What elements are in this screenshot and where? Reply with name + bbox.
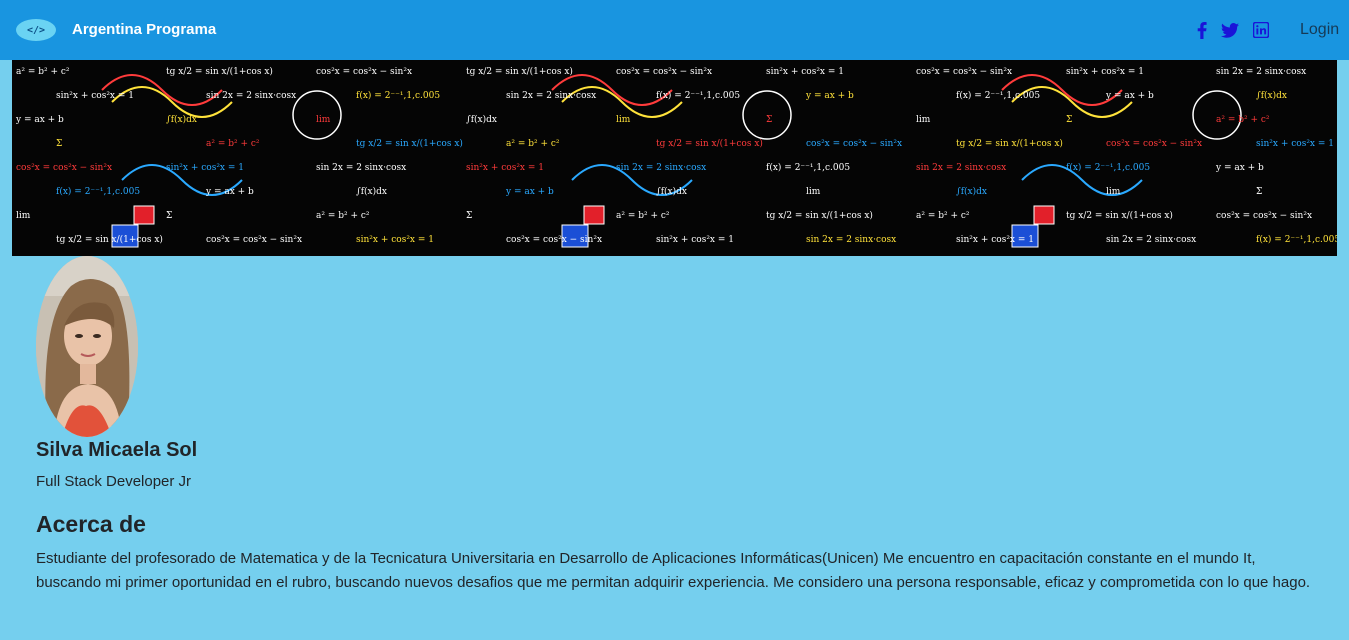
banner-formula-text: cos²x = cos²x − sin²x [506, 235, 602, 245]
banner-square [133, 205, 155, 225]
banner-formula-text: ∫f(x)dx [1256, 90, 1287, 101]
banner-formula-text: Σ [1256, 187, 1262, 197]
banner-formula-text: sin²x + cos²x = 1 [466, 163, 544, 173]
banner-formula-text: ∫f(x)dx [356, 186, 387, 197]
banner-formula-text: sin²x + cos²x = 1 [356, 235, 434, 245]
facebook-icon[interactable] [1193, 21, 1211, 39]
banner-formula-text: y = ax + b [15, 115, 64, 125]
about-heading: Acerca de [36, 511, 146, 537]
banner-formula-text: f(x) = 2⁻⁻¹,1,c.005 [56, 186, 140, 197]
banner-formula-text: tg x/2 = sin x/(1+cos x) [356, 138, 463, 149]
banner-formula-text: lim [806, 187, 821, 197]
banner-formula-text: y = ax + b [505, 187, 554, 197]
banner-formula-text: tg x/2 = sin x/(1+cos x) [466, 66, 573, 77]
banner-formula-text: f(x) = 2⁻⁻¹,1,c.005 [766, 162, 850, 173]
banner-formula-text: sin²x + cos²x = 1 [956, 235, 1034, 245]
banner-formula-text: cos²x = cos²x − sin²x [316, 67, 412, 77]
twitter-icon[interactable] [1221, 21, 1239, 39]
banner-formula-text: cos²x = cos²x − sin²x [916, 67, 1012, 77]
banner-formula-text: tg x/2 = sin x/(1+cos x) [1066, 210, 1173, 221]
banner-formula-text: sin 2x = 2 sinx·cosx [316, 163, 406, 173]
banner-formula-text: a² = b² + c² [616, 211, 670, 221]
banner-formula-text: a² = b² + c² [16, 67, 70, 77]
banner-formula-text: a² = b² + c² [916, 211, 970, 221]
banner-formula-text: ∫f(x)dx [656, 186, 687, 197]
brand-name[interactable]: Argentina Programa [72, 21, 216, 38]
banner-formula-text: sin²x + cos²x = 1 [166, 163, 244, 173]
banner-formula-text: ∫f(x)dx [956, 186, 987, 197]
math-formulas-banner: a² = b² + c² tg x/2 = sin x/(1+cos x) cos²… [12, 60, 1337, 256]
profile-role: Full Stack Developer Jr [36, 473, 192, 490]
banner-formula-text: Σ [166, 211, 172, 221]
banner-formula-text: y = ax + b [1105, 91, 1154, 101]
banner-formula-text: sin²x + cos²x = 1 [56, 91, 134, 101]
banner-formula-text: a² = b² + c² [506, 139, 560, 149]
banner-formula-text: sin 2x = 2 sinx·cosx [1106, 235, 1196, 245]
banner-formula-text: sin²x + cos²x = 1 [1256, 139, 1334, 149]
linkedin-icon[interactable] [1252, 21, 1270, 39]
top-navbar: </> Argentina Programa Login [0, 0, 1349, 60]
banner-formula-text: ∫f(x)dx [166, 114, 197, 125]
about-description: Estudiante del profesorado de Matematica… [36, 550, 1311, 591]
banner-formula-text: ∫f(x)dx [466, 114, 497, 125]
banner-formula-text: Σ [466, 211, 472, 221]
banner-formula-text: tg x/2 = sin x/(1+cos x) [956, 138, 1063, 149]
banner-formula-text: tg x/2 = sin x/(1+cos x) [56, 234, 163, 245]
banner-formula-text: sin 2x = 2 sinx·cosx [206, 91, 296, 101]
banner-formula-text: lim [616, 115, 631, 125]
banner-formula-text: sin 2x = 2 sinx·cosx [916, 163, 1006, 173]
banner-formula-text: cos²x = cos²x − sin²x [1106, 139, 1202, 149]
banner-formula-text: f(x) = 2⁻⁻¹,1,c.005 [656, 90, 740, 101]
banner-formula-text: f(x) = 2⁻⁻¹,1,c.005 [956, 90, 1040, 101]
banner-formula-text: f(x) = 2⁻⁻¹,1,c.005 [1256, 234, 1337, 245]
banner-formula-text: sin 2x = 2 sinx·cosx [616, 163, 706, 173]
banner-formula-text: tg x/2 = sin x/(1+cos x) [166, 66, 273, 77]
banner-formula-text: cos²x = cos²x − sin²x [616, 67, 712, 77]
banner-formula-text: cos²x = cos²x − sin²x [16, 163, 112, 173]
banner-formula-text: Σ [56, 139, 62, 149]
banner-square [1033, 205, 1055, 225]
banner-formula-text: Σ [1066, 115, 1072, 125]
banner-formula-text: lim [16, 211, 31, 221]
banner-formula-text: f(x) = 2⁻⁻¹,1,c.005 [1066, 162, 1150, 173]
banner-formula-text: cos²x = cos²x − sin²x [206, 235, 302, 245]
banner-formula-text: sin²x + cos²x = 1 [656, 235, 734, 245]
banner-formula-text: sin²x + cos²x = 1 [1066, 67, 1144, 77]
banner-formula-text: tg x/2 = sin x/(1+cos x) [766, 210, 873, 221]
banner-square [583, 205, 605, 225]
banner-formula-text: cos²x = cos²x − sin²x [806, 139, 902, 149]
banner-formula-text: a² = b² + c² [206, 139, 260, 149]
banner-formula-text: y = ax + b [805, 91, 854, 101]
banner-formula-text: sin²x + cos²x = 1 [766, 67, 844, 77]
argentina-programa-logo[interactable]: </> [16, 19, 56, 41]
banner-formula-text: tg x/2 = sin x/(1+cos x) [656, 138, 763, 149]
banner-formula-text: lim [316, 115, 331, 125]
banner-formula-text: sin 2x = 2 sinx·cosx [806, 235, 896, 245]
banner-formula-text: f(x) = 2⁻⁻¹,1,c.005 [356, 90, 440, 101]
banner-formula-text: sin 2x = 2 sinx·cosx [1216, 67, 1306, 77]
banner-formula-text: y = ax + b [205, 187, 254, 197]
banner-formula-text: sin 2x = 2 sinx·cosx [506, 91, 596, 101]
banner-formula-text: a² = b² + c² [1216, 115, 1270, 125]
profile-name: Silva Micaela Sol [36, 439, 198, 461]
banner-formula-text: cos²x = cos²x − sin²x [1216, 211, 1312, 221]
banner-formula-text: lim [916, 115, 931, 125]
login-link[interactable]: Login [1300, 21, 1339, 39]
banner-formula-text: lim [1106, 187, 1121, 197]
banner-formula-text: a² = b² + c² [316, 211, 370, 221]
banner-formula-text: Σ [766, 115, 772, 125]
profile-photo [36, 256, 138, 437]
banner-formula-text: y = ax + b [1215, 163, 1264, 173]
